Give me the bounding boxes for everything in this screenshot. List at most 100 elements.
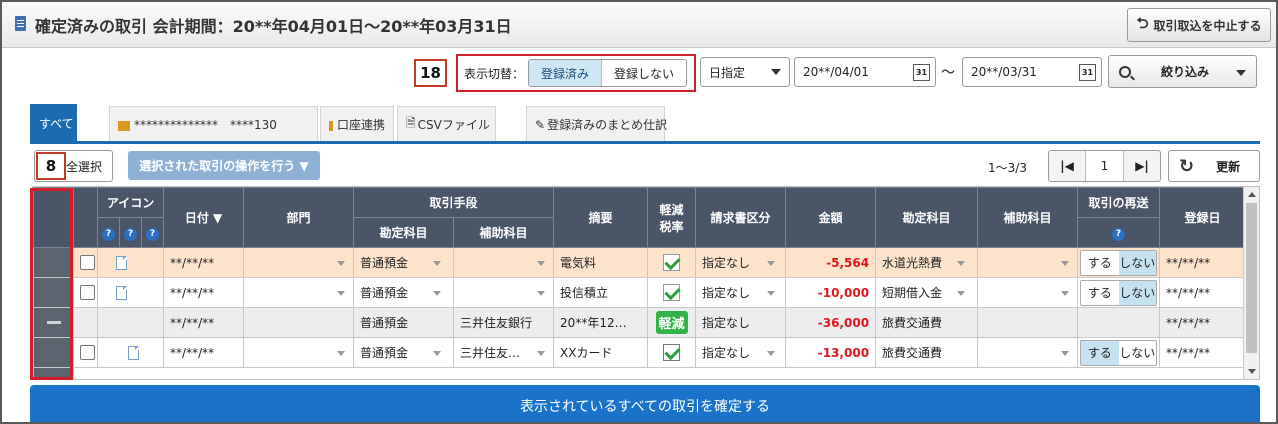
reduced-tax-badge: 軽減 bbox=[655, 311, 688, 334]
means-sub-select[interactable]: 三井住友… bbox=[453, 337, 555, 368]
filter-label: 絞り込み bbox=[1161, 65, 1210, 79]
department-select[interactable] bbox=[243, 247, 355, 278]
department-select[interactable] bbox=[243, 337, 355, 368]
tab-all[interactable]: すべて bbox=[30, 104, 77, 142]
refresh-label: 更新 bbox=[1216, 159, 1241, 174]
sub-account-select[interactable] bbox=[977, 277, 1079, 308]
annotation-marker-8: 8 bbox=[36, 152, 66, 180]
return-arrow-icon: ⮌ bbox=[1136, 13, 1149, 32]
date-to-field[interactable]: 20**/03/31 31 bbox=[962, 57, 1102, 87]
date-header[interactable]: 日付 ▼ bbox=[163, 187, 245, 248]
reduced-tax-checkbox[interactable] bbox=[663, 284, 681, 301]
search-icon bbox=[1119, 65, 1131, 78]
summary-cell: 投信積立 bbox=[553, 277, 649, 308]
table-row[interactable]: **/**/** 普通預金 電気料 指定なし -5,564 水道光熱費 する しな… bbox=[33, 247, 1247, 278]
tab-csv-file[interactable]: 🗎 CSVファイル bbox=[397, 106, 496, 142]
help-icon[interactable]: ? bbox=[1112, 227, 1126, 241]
chevron-down-icon bbox=[1061, 291, 1070, 296]
means-account-select[interactable]: 普通預金 bbox=[353, 277, 455, 308]
account-select[interactable]: 短期借入金 bbox=[875, 277, 979, 308]
source-tabs: すべて ************** ****130 口座連携 🗎 CSVファイル… bbox=[30, 104, 1260, 142]
date-mode-select[interactable]: 日指定 bbox=[700, 57, 790, 87]
first-page-button[interactable]: |◀ bbox=[1049, 151, 1085, 181]
document-icon[interactable] bbox=[116, 285, 127, 300]
help-icon[interactable]: ? bbox=[146, 227, 160, 241]
refresh-button[interactable]: ↻ 更新 bbox=[1168, 150, 1260, 182]
registered-date-cell: **/**/** bbox=[1159, 307, 1247, 338]
resend-yes-button[interactable]: する bbox=[1081, 250, 1119, 275]
department-select[interactable] bbox=[243, 277, 355, 308]
resend-no-button[interactable]: しない bbox=[1118, 340, 1157, 365]
chevron-down-icon bbox=[433, 351, 442, 356]
date-cell: **/**/** bbox=[163, 337, 245, 368]
invoice-type-select[interactable]: 指定なし bbox=[695, 277, 787, 308]
registered-date-cell: **/**/** bbox=[1159, 247, 1247, 278]
means-sub-select[interactable] bbox=[453, 277, 555, 308]
row-checkbox-cell bbox=[73, 277, 98, 308]
abort-import-label: 取引取込を中止する bbox=[1153, 18, 1262, 33]
scroll-up-icon[interactable] bbox=[1248, 192, 1256, 197]
scroll-thumb[interactable] bbox=[1246, 203, 1257, 353]
reduced-tax-header: 軽減 税率 bbox=[647, 187, 697, 248]
collapse-icon[interactable] bbox=[46, 321, 61, 324]
checkmark-icon[interactable] bbox=[663, 344, 681, 361]
reduced-tax-cell bbox=[647, 337, 697, 368]
help-icon[interactable]: ? bbox=[124, 227, 137, 241]
sub-account-select[interactable] bbox=[977, 247, 1079, 278]
row-checkbox[interactable] bbox=[80, 345, 95, 360]
abort-import-button[interactable]: ⮌ 取引取込を中止する bbox=[1127, 8, 1271, 42]
sub-account-cell bbox=[977, 307, 1079, 338]
account-select[interactable]: 旅費交通費 bbox=[875, 337, 979, 368]
filter-button[interactable]: 絞り込み bbox=[1108, 55, 1257, 88]
table-row[interactable]: **/**/** 普通預金 三井住友銀行 20**年12… 軽減 指定なし -3… bbox=[33, 307, 1247, 338]
means-account-select[interactable]: 普通預金 bbox=[353, 247, 455, 278]
calendar-icon[interactable]: 31 bbox=[913, 64, 930, 81]
app-window: 確定済みの取引 会計期間：20**年04月01日〜20**年03月31日 ⮌ 取… bbox=[0, 0, 1278, 424]
tab-label: すべて bbox=[39, 117, 74, 131]
account-value: 旅費交通費 bbox=[882, 346, 943, 360]
resend-no-button[interactable]: しない bbox=[1118, 250, 1157, 275]
row-marker bbox=[33, 307, 74, 338]
resend-yes-button[interactable]: する bbox=[1081, 340, 1119, 365]
toggle-registered[interactable]: 登録済み bbox=[529, 60, 602, 86]
sub-account-select[interactable] bbox=[977, 337, 1079, 368]
invoice-type-select[interactable]: 指定なし bbox=[695, 337, 787, 368]
help-icon-cell: ? bbox=[1077, 217, 1161, 248]
means-account-select[interactable]: 普通預金 bbox=[353, 337, 455, 368]
row-checkbox[interactable] bbox=[80, 255, 95, 270]
calendar-icon[interactable]: 31 bbox=[1079, 64, 1096, 81]
resend-no-button[interactable]: しない bbox=[1118, 280, 1157, 305]
account-select[interactable]: 水道光熱費 bbox=[875, 247, 979, 278]
reduced-tax-checkbox[interactable] bbox=[663, 254, 681, 271]
summary-cell: 20**年12… bbox=[553, 307, 649, 338]
page-title: 確定済みの取引 会計期間：20**年04月01日〜20**年03月31日 bbox=[35, 17, 512, 36]
invoice-type-select[interactable]: 指定なし bbox=[695, 247, 787, 278]
date-from-field[interactable]: 20**/04/01 31 bbox=[794, 57, 936, 87]
means-sub-cell: 三井住友銀行 bbox=[453, 307, 555, 338]
means-sub-select[interactable] bbox=[453, 247, 555, 278]
table-row[interactable]: **/**/** 普通預金 三井住友… XXカード 指定なし -13,000 旅… bbox=[33, 337, 1247, 368]
invoice-type-cell: 指定なし bbox=[695, 307, 787, 338]
resend-cell bbox=[1077, 307, 1161, 338]
last-page-button[interactable]: ▶| bbox=[1124, 151, 1160, 181]
tab-bank-account[interactable]: ************** ****130 bbox=[109, 106, 318, 142]
document-icon[interactable] bbox=[128, 345, 139, 360]
display-toggle-label: 表示切替： bbox=[464, 66, 525, 81]
document-icon[interactable] bbox=[116, 255, 127, 270]
vertical-scrollbar[interactable] bbox=[1243, 187, 1259, 379]
toggle-not-registered[interactable]: 登録しない bbox=[601, 60, 687, 86]
resend-yes-button[interactable]: する bbox=[1081, 280, 1119, 305]
bulk-operations-button[interactable]: 選択された取引の操作を行う ▼ bbox=[128, 151, 320, 180]
tab-registered-summary[interactable]: ✎ 登録済みのまとめ仕訳 bbox=[526, 106, 667, 142]
confirm-all-button[interactable]: 表示されているすべての取引を確定する bbox=[30, 385, 1260, 422]
chevron-down-icon bbox=[537, 291, 546, 296]
tab-label: CSVファイル bbox=[417, 118, 490, 132]
help-icon[interactable]: ? bbox=[102, 227, 115, 241]
tab-account-link[interactable]: 口座連携 bbox=[320, 106, 394, 142]
document-icon bbox=[15, 16, 26, 31]
table-row[interactable]: **/**/** 普通預金 投信積立 指定なし -10,000 短期借入金 する… bbox=[33, 277, 1247, 308]
row-checkbox[interactable] bbox=[80, 285, 95, 300]
scroll-down-icon[interactable] bbox=[1248, 369, 1256, 374]
means-header: 取引手段 bbox=[353, 187, 555, 218]
amount-header: 金額 bbox=[785, 187, 877, 248]
